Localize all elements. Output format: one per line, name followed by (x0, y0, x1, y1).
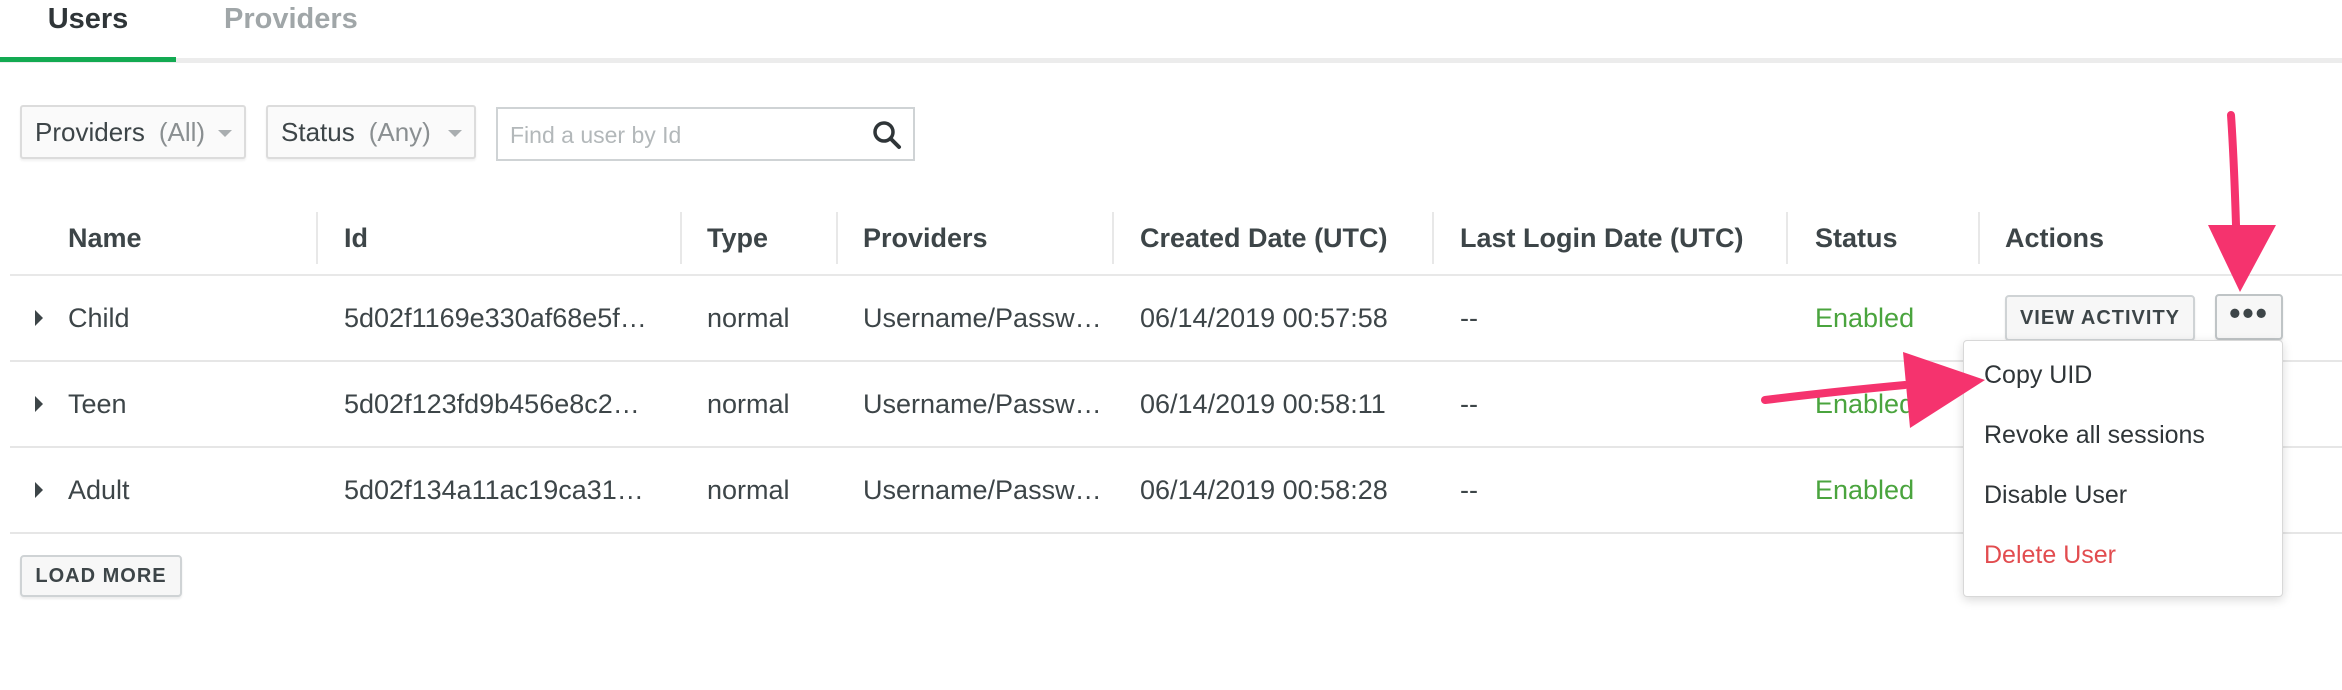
caret-right-icon[interactable] (35, 396, 43, 412)
cell-last-login-date: -- (1460, 475, 1478, 505)
column-header-actions: Actions (2005, 223, 2105, 253)
caret-right-icon[interactable] (35, 310, 43, 326)
search-icon[interactable] (871, 119, 903, 151)
status-badge: Enabled (1815, 389, 1915, 419)
column-divider[interactable] (680, 212, 682, 264)
column-header-providers[interactable]: Providers (863, 210, 988, 274)
search-box (496, 107, 915, 161)
status-badge: Enabled (1815, 303, 1915, 333)
cell-created-date: 06/14/2019 00:58:11 (1140, 389, 1386, 419)
column-header-created-date[interactable]: Created Date (UTC) (1140, 210, 1388, 274)
cell-providers: Username/Passw… (863, 303, 1102, 333)
cell-name: Teen (68, 389, 127, 419)
column-divider[interactable] (1432, 212, 1434, 264)
menu-item-delete-user[interactable]: Delete User (1984, 541, 2116, 570)
tab-bar: Users Providers (0, 0, 2342, 63)
column-divider[interactable] (316, 212, 318, 264)
menu-item-disable-user[interactable]: Disable User (1984, 481, 2127, 510)
column-header-type[interactable]: Type (707, 210, 768, 274)
menu-item-revoke-all-sessions[interactable]: Revoke all sessions (1984, 421, 2205, 450)
menu-item-copy-uid[interactable]: Copy UID (1984, 361, 2092, 390)
status-filter-label: Status (281, 117, 355, 147)
cell-providers: Username/Passw… (863, 475, 1102, 505)
cell-last-login-date: -- (1460, 389, 1478, 419)
cell-created-date: 06/14/2019 00:58:28 (1140, 475, 1388, 505)
cell-name: Child (68, 303, 130, 333)
search-input[interactable] (508, 117, 852, 153)
cell-type: normal (707, 389, 790, 419)
tab-providers[interactable]: Providers (224, 0, 358, 49)
status-filter-value: (Any) (368, 117, 431, 147)
chevron-down-icon (218, 130, 232, 137)
providers-filter-value: (All) (158, 117, 206, 147)
chevron-down-icon (448, 130, 462, 137)
caret-right-icon[interactable] (35, 482, 43, 498)
providers-filter-dropdown[interactable]: Providers (All) (20, 105, 246, 159)
tab-users[interactable]: Users (0, 0, 176, 62)
cell-id: 5d02f123fd9b456e8c2… (344, 389, 640, 419)
column-header-name[interactable]: Name (68, 210, 142, 274)
status-badge: Enabled (1815, 475, 1915, 505)
column-header-id[interactable]: Id (344, 210, 368, 274)
status-filter-dropdown[interactable]: Status (Any) (266, 105, 476, 159)
load-more-button[interactable]: LOAD MORE (20, 555, 182, 597)
column-divider[interactable] (836, 212, 838, 264)
column-header-status[interactable]: Status (1815, 210, 1898, 274)
cell-type: normal (707, 303, 790, 333)
column-divider[interactable] (1978, 212, 1980, 264)
user-actions-menu: Copy UID Revoke all sessions Disable Use… (1963, 340, 2283, 597)
cell-last-login-date: -- (1460, 303, 1478, 333)
view-activity-button[interactable]: VIEW ACTIVITY (2005, 295, 2195, 341)
column-header-last-login-date[interactable]: Last Login Date (UTC) (1460, 210, 1744, 274)
cell-id: 5d02f1169e330af68e5f… (344, 303, 647, 333)
cell-name: Adult (68, 475, 130, 505)
table-header: Name Id Type Providers Created Date (UTC… (10, 210, 2342, 276)
cell-id: 5d02f134a11ac19ca31… (344, 475, 644, 505)
providers-filter-label: Providers (35, 117, 145, 147)
cell-created-date: 06/14/2019 00:57:58 (1140, 303, 1388, 333)
column-divider[interactable] (1112, 212, 1114, 264)
cell-type: normal (707, 475, 790, 505)
users-page: Users Providers Providers (All) Status (An… (0, 0, 2342, 690)
more-actions-button[interactable]: ••• (2215, 294, 2283, 340)
cell-providers: Username/Passw… (863, 389, 1102, 419)
column-divider[interactable] (1786, 212, 1788, 264)
